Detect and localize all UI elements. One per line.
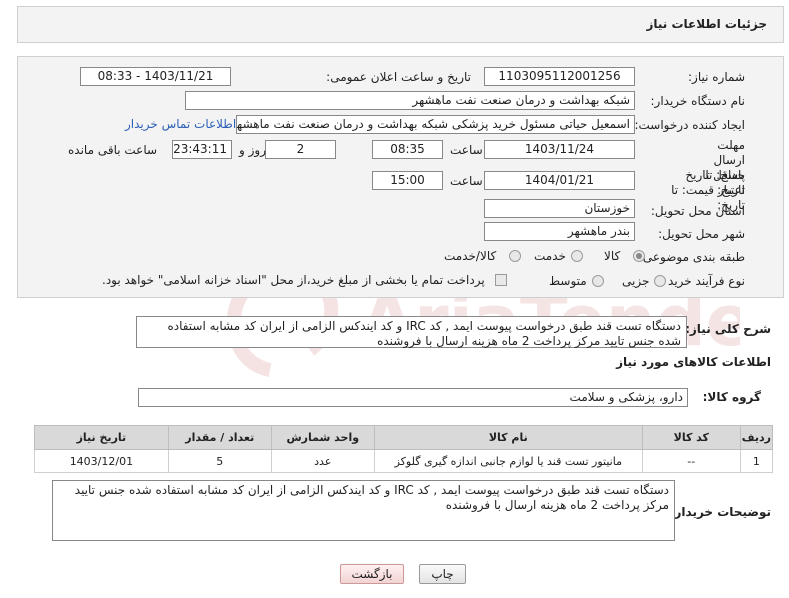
remaining-time-field: 23:43:11 — [172, 140, 232, 159]
price-validity-date-field[interactable]: 1404/01/21 — [484, 171, 635, 190]
announce-datetime-field[interactable]: 1403/11/21 - 08:33 — [80, 67, 231, 86]
treasury-note: پرداخت تمام یا بخشی از مبلغ خرید،از محل … — [102, 273, 485, 287]
reply-time-field[interactable]: 08:35 — [372, 140, 443, 159]
purchase-minor-label: جزیی — [622, 274, 650, 288]
province-field[interactable]: خوزستان — [484, 199, 635, 218]
cell-name: مانیتور تست قند یا لوازم جانبی اندازه گی… — [373, 449, 643, 473]
col-unit: واحد شمارش — [270, 425, 375, 450]
print-button[interactable]: چاپ — [419, 564, 466, 584]
city-field[interactable]: بندر ماهشهر — [484, 222, 635, 241]
city-label: شهر محل تحویل: — [658, 227, 745, 241]
goods-table: ردیف کد کالا نام کالا واحد شمارش تعداد /… — [34, 425, 774, 473]
need-number-field[interactable]: 1103095112001256 — [484, 67, 635, 86]
category-goods-label: کالا — [604, 249, 621, 263]
page-header: جزئیات اطلاعات نیاز — [17, 6, 784, 43]
category-goods-radio[interactable] — [633, 250, 645, 262]
back-button[interactable]: بازگشت — [340, 564, 404, 584]
buyer-notes-textarea[interactable]: دستگاه تست قند طبق درخواست پیوست ایمد , … — [52, 480, 675, 541]
goods-group-label: گروه کالا: — [702, 390, 761, 404]
category-service-radio[interactable] — [571, 250, 583, 262]
purchase-medium-label: متوسط — [549, 274, 587, 288]
buyer-org-field[interactable]: شبکه بهداشت و درمان صنعت نفت ماهشهر — [185, 91, 635, 110]
col-row: ردیف — [739, 425, 774, 450]
buyer-contact-link[interactable]: اطلاعات تماس خریدار — [125, 117, 236, 131]
category-service-label: خدمت — [534, 249, 566, 263]
cell-date: 1403/12/01 — [34, 449, 169, 473]
creator-field[interactable]: اسمعیل حیاتی مسئول خرید پزشکی شبکه بهداش… — [236, 115, 635, 134]
purchase-type-label: نوع فرآیند خرید : — [660, 274, 745, 288]
goods-info-title: اطلاعات کالاهای مورد نیاز — [616, 355, 771, 369]
col-name: نام کالا — [373, 425, 643, 450]
reply-date-field[interactable]: 1403/11/24 — [484, 140, 635, 159]
creator-label: ایجاد کننده درخواست: — [634, 118, 745, 132]
summary-textarea[interactable]: دستگاه تست قند طبق درخواست پیوست ایمد , … — [136, 316, 687, 348]
price-validity-time-field[interactable]: 15:00 — [372, 171, 443, 190]
buyer-org-label: نام دستگاه خریدار: — [650, 94, 746, 108]
cell-qty: 5 — [167, 449, 272, 473]
goods-table-header: ردیف کد کالا نام کالا واحد شمارش تعداد /… — [34, 425, 774, 450]
summary-label: شرح کلی نیاز: — [685, 322, 771, 336]
col-qty: تعداد / مقدار — [167, 425, 272, 450]
category-both-label: کالا/خدمت — [444, 249, 497, 263]
remaining-days-field: 2 — [265, 140, 336, 159]
need-number-label: شماره نیاز: — [688, 70, 745, 84]
cell-row: 1 — [739, 449, 774, 473]
col-code: کد کالا — [641, 425, 741, 450]
purchase-medium-radio[interactable] — [592, 275, 604, 287]
category-label: طبقه بندی موضوعی: — [638, 250, 745, 264]
price-validity-time-label: ساعت — [450, 174, 483, 188]
days-label: روز و — [239, 143, 266, 157]
goods-group-field[interactable]: دارو، پزشکی و سلامت — [138, 388, 688, 407]
cell-unit: عدد — [270, 449, 375, 473]
purchase-minor-radio[interactable] — [654, 275, 666, 287]
cell-code: -- — [641, 449, 741, 473]
province-label: استان محل تحویل: — [650, 204, 745, 218]
buyer-notes-label: توضیحات خریدار: — [669, 505, 771, 519]
col-date: تاریخ نیاز — [34, 425, 169, 450]
announce-label: تاریخ و ساعت اعلان عمومی: — [326, 70, 471, 84]
treasury-checkbox[interactable] — [495, 274, 507, 286]
table-row[interactable]: 1 -- مانیتور تست قند یا لوازم جانبی اندا… — [34, 449, 774, 473]
category-both-radio[interactable] — [509, 250, 521, 262]
remaining-label: ساعت باقی مانده — [68, 143, 158, 157]
page-title: جزئیات اطلاعات نیاز — [646, 17, 767, 31]
reply-time-label: ساعت — [450, 143, 483, 157]
